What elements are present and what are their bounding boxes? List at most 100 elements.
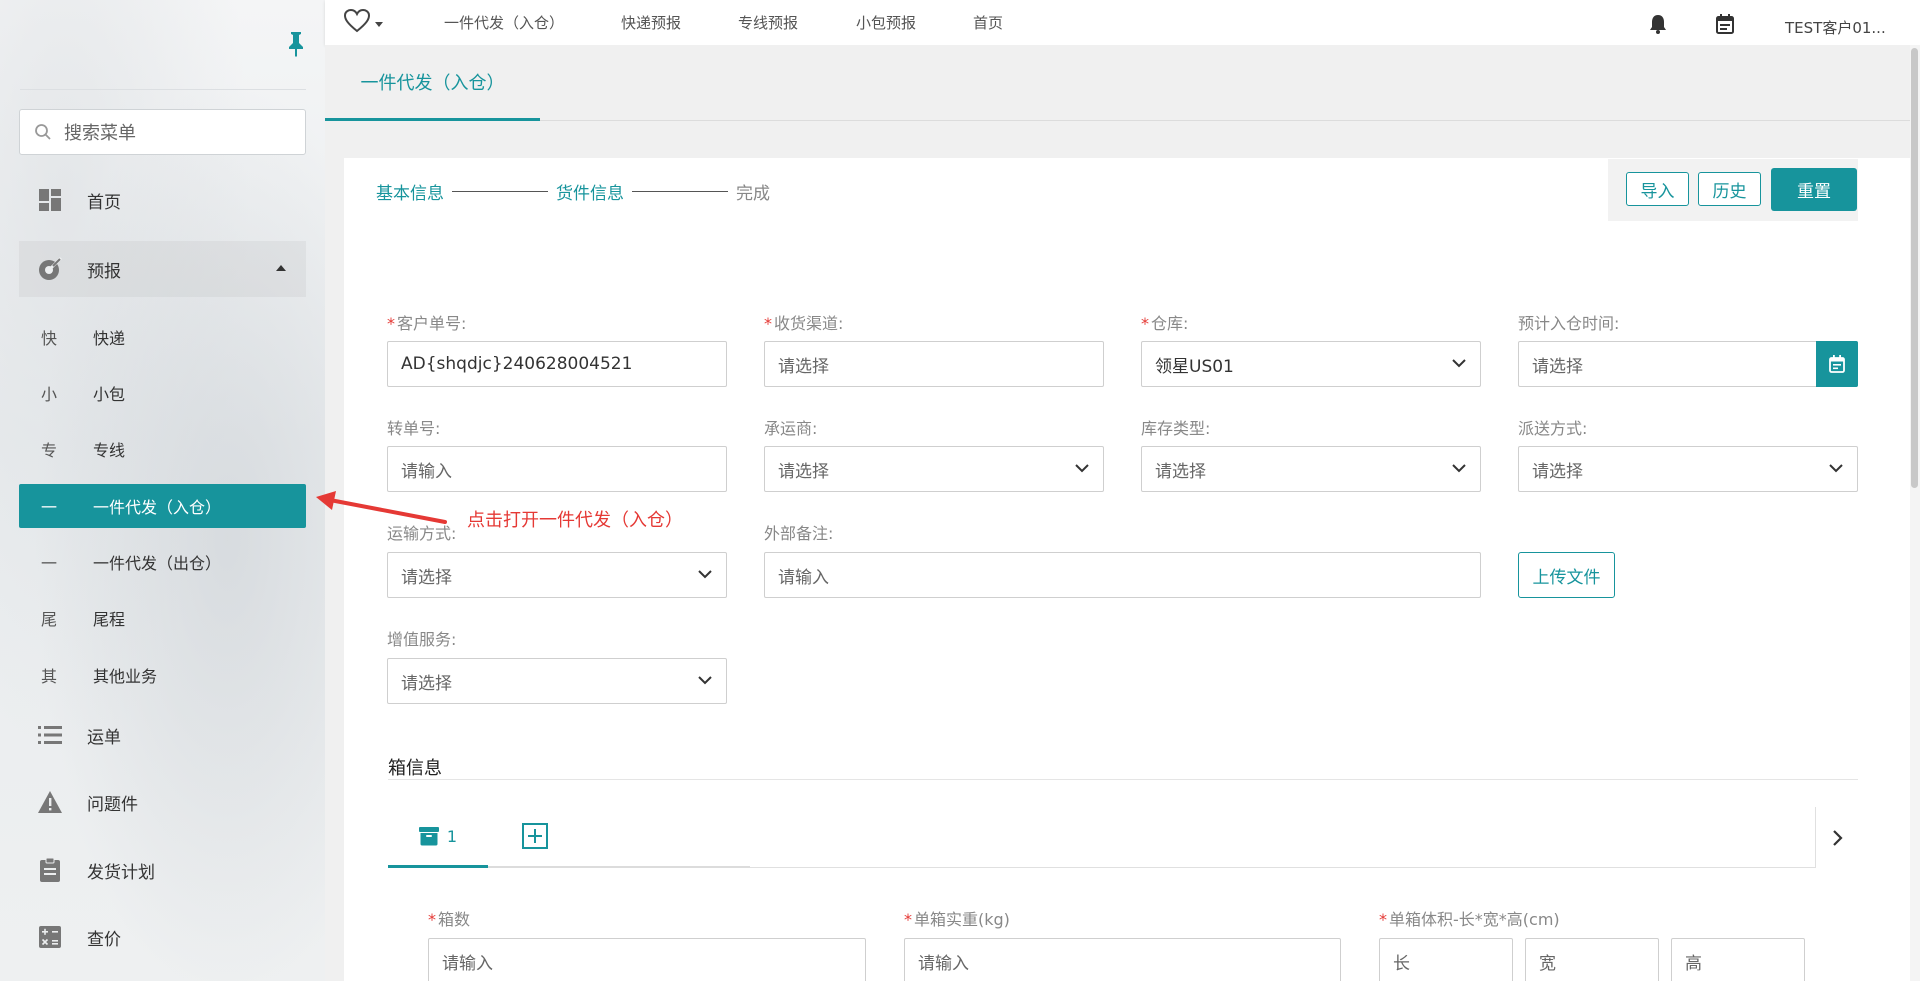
- warning-icon: [37, 789, 63, 815]
- next-tab-button[interactable]: [1815, 807, 1860, 868]
- tab-dropship-inbound[interactable]: 一件代发（入仓）: [325, 45, 540, 121]
- sidebar-item-dropship-inbound[interactable]: 一 一件代发（入仓）: [19, 484, 306, 528]
- chevron-right-icon: [1833, 829, 1843, 846]
- sidebar-item-express[interactable]: 快 快递: [19, 315, 306, 359]
- nav-link-dropship-inbound[interactable]: 一件代发（入仓）: [444, 12, 564, 33]
- box-weight-label: * 单箱实重(kg): [904, 910, 1010, 929]
- calendar-icon[interactable]: [1716, 14, 1734, 34]
- nav-link-express-forecast[interactable]: 快递预报: [621, 12, 681, 33]
- box-count-label: * 箱数: [428, 910, 471, 929]
- sidebar-item-last-mile[interactable]: 尾 尾程: [19, 596, 306, 640]
- sidebar-item-label: 运单: [87, 727, 121, 748]
- sidebar-item-dropship-outbound[interactable]: 一 一件代发（出仓）: [19, 540, 306, 584]
- top-navbar: 一件代发（入仓） 快递预报 专线预报 小包预报 首页 TEST客户01...: [325, 0, 1920, 45]
- nav-link-line-forecast[interactable]: 专线预报: [738, 12, 798, 33]
- step-complete: 完成: [736, 184, 770, 204]
- sidebar-item-char: 快: [41, 329, 58, 348]
- sidebar-item-problem-parcels[interactable]: 问题件: [19, 780, 306, 824]
- nav-link-small-parcel-forecast[interactable]: 小包预报: [856, 12, 916, 33]
- date-picker-button[interactable]: [1816, 341, 1858, 387]
- box-height-input[interactable]: 高: [1671, 938, 1805, 981]
- sidebar-item-dedicated-line[interactable]: 专 专线: [19, 427, 306, 471]
- sidebar: 搜索菜单 首页 预报 快 快递 小 小包 专 专线 一 一件代发（入仓） 一 一…: [0, 0, 325, 981]
- box-width-input[interactable]: 宽: [1525, 938, 1659, 981]
- bell-icon[interactable]: [1649, 14, 1667, 34]
- sidebar-item-other-business[interactable]: 其 其他业务: [19, 653, 306, 697]
- sidebar-item-label: 小包: [93, 385, 126, 404]
- list-icon: [37, 722, 63, 748]
- sidebar-item-home[interactable]: 首页: [19, 178, 306, 222]
- eta-date-input[interactable]: 请选择: [1518, 341, 1858, 387]
- sidebar-item-label: 问题件: [87, 794, 138, 815]
- user-menu[interactable]: TEST客户01...: [1785, 17, 1886, 38]
- menu-search-input[interactable]: 搜索菜单: [19, 109, 306, 155]
- sidebar-item-label: 一件代发（入仓）: [93, 498, 222, 517]
- sidebar-item-char: 其: [41, 667, 58, 686]
- sidebar-item-waybill[interactable]: 运单: [19, 713, 306, 757]
- sidebar-item-label: 查价: [87, 929, 121, 950]
- stock-type-label: 库存类型:: [1141, 419, 1211, 438]
- add-box-icon[interactable]: [522, 823, 548, 849]
- eta-label: 预计入仓时间:: [1518, 314, 1620, 333]
- warehouse-select[interactable]: 领星US01: [1141, 341, 1481, 387]
- customer-no-label: * 客户单号:: [387, 314, 467, 333]
- scrollbar-thumb[interactable]: [1911, 48, 1918, 488]
- step-basic-info[interactable]: 基本信息: [376, 179, 444, 204]
- chevron-down-icon: [698, 676, 712, 685]
- caret-up-icon: [276, 265, 286, 271]
- remark-input[interactable]: 请输入: [764, 552, 1481, 598]
- stock-type-select[interactable]: 请选择: [1141, 446, 1481, 492]
- box-info-title: 箱信息: [388, 758, 442, 779]
- vas-select[interactable]: 请选择: [387, 658, 727, 704]
- delivery-select[interactable]: 请选择: [1518, 446, 1858, 492]
- sidebar-item-char: 小: [41, 385, 58, 404]
- transfer-no-input[interactable]: 请输入: [387, 446, 727, 492]
- annotation-text: 点击打开一件代发（入仓）: [467, 510, 683, 531]
- step-connector: [632, 191, 728, 192]
- chevron-down-icon: [1829, 464, 1843, 473]
- sidebar-item-char: 专: [41, 441, 58, 460]
- box-tabs: [388, 807, 1816, 868]
- step-connector: [452, 191, 548, 192]
- box-count-input[interactable]: 请输入: [428, 938, 866, 981]
- sidebar-item-label: 其他业务: [93, 667, 158, 686]
- box-volume-label: * 单箱体积-长*宽*高(cm): [1379, 910, 1560, 929]
- nav-link-home[interactable]: 首页: [973, 12, 1003, 33]
- customer-no-input[interactable]: AD{shqdjc}240628004521: [387, 341, 727, 387]
- sidebar-item-label: 首页: [87, 192, 121, 213]
- history-button[interactable]: 历史: [1698, 172, 1761, 206]
- archive-icon: [418, 827, 439, 846]
- sidebar-item-label: 预报: [87, 261, 121, 282]
- channel-label: * 收货渠道:: [764, 314, 844, 333]
- favorites-dropdown[interactable]: [343, 8, 384, 34]
- calculator-icon: [37, 924, 63, 950]
- box-tab-1[interactable]: 1: [388, 807, 488, 868]
- upload-file-button[interactable]: 上传文件: [1518, 552, 1615, 598]
- box-length-input[interactable]: 长: [1379, 938, 1513, 981]
- import-button[interactable]: 导入: [1626, 172, 1689, 206]
- page-tab-bar: 一件代发（入仓）: [325, 45, 1910, 121]
- box-tab-underline: [488, 866, 750, 868]
- sidebar-item-forecast[interactable]: 预报: [19, 241, 306, 297]
- channel-select[interactable]: 请选择: [764, 341, 1104, 387]
- clipboard-icon: [37, 857, 63, 883]
- sidebar-divider: [20, 89, 306, 90]
- reset-button[interactable]: 重置: [1771, 168, 1857, 211]
- delivery-label: 派送方式:: [1518, 419, 1588, 438]
- step-cargo-info[interactable]: 货件信息: [556, 179, 624, 204]
- calendar-icon: [1829, 355, 1845, 373]
- sidebar-item-label: 发货计划: [87, 862, 155, 883]
- sidebar-item-char: 尾: [41, 610, 58, 629]
- box-weight-input[interactable]: 请输入: [904, 938, 1341, 981]
- transport-select[interactable]: 请选择: [387, 552, 727, 598]
- pin-icon[interactable]: [284, 30, 308, 58]
- sidebar-item-shipping-plan[interactable]: 发货计划: [19, 848, 306, 892]
- forecast-icon: [37, 256, 63, 282]
- sidebar-item-price-check[interactable]: 查价: [19, 915, 306, 959]
- carrier-select[interactable]: 请选择: [764, 446, 1104, 492]
- sidebar-item-label: 专线: [93, 441, 126, 460]
- chevron-down-icon: [1452, 464, 1466, 473]
- sidebar-item-small-parcel[interactable]: 小 小包: [19, 371, 306, 415]
- search-placeholder: 搜索菜单: [64, 123, 136, 144]
- chevron-down-icon: [1075, 464, 1089, 473]
